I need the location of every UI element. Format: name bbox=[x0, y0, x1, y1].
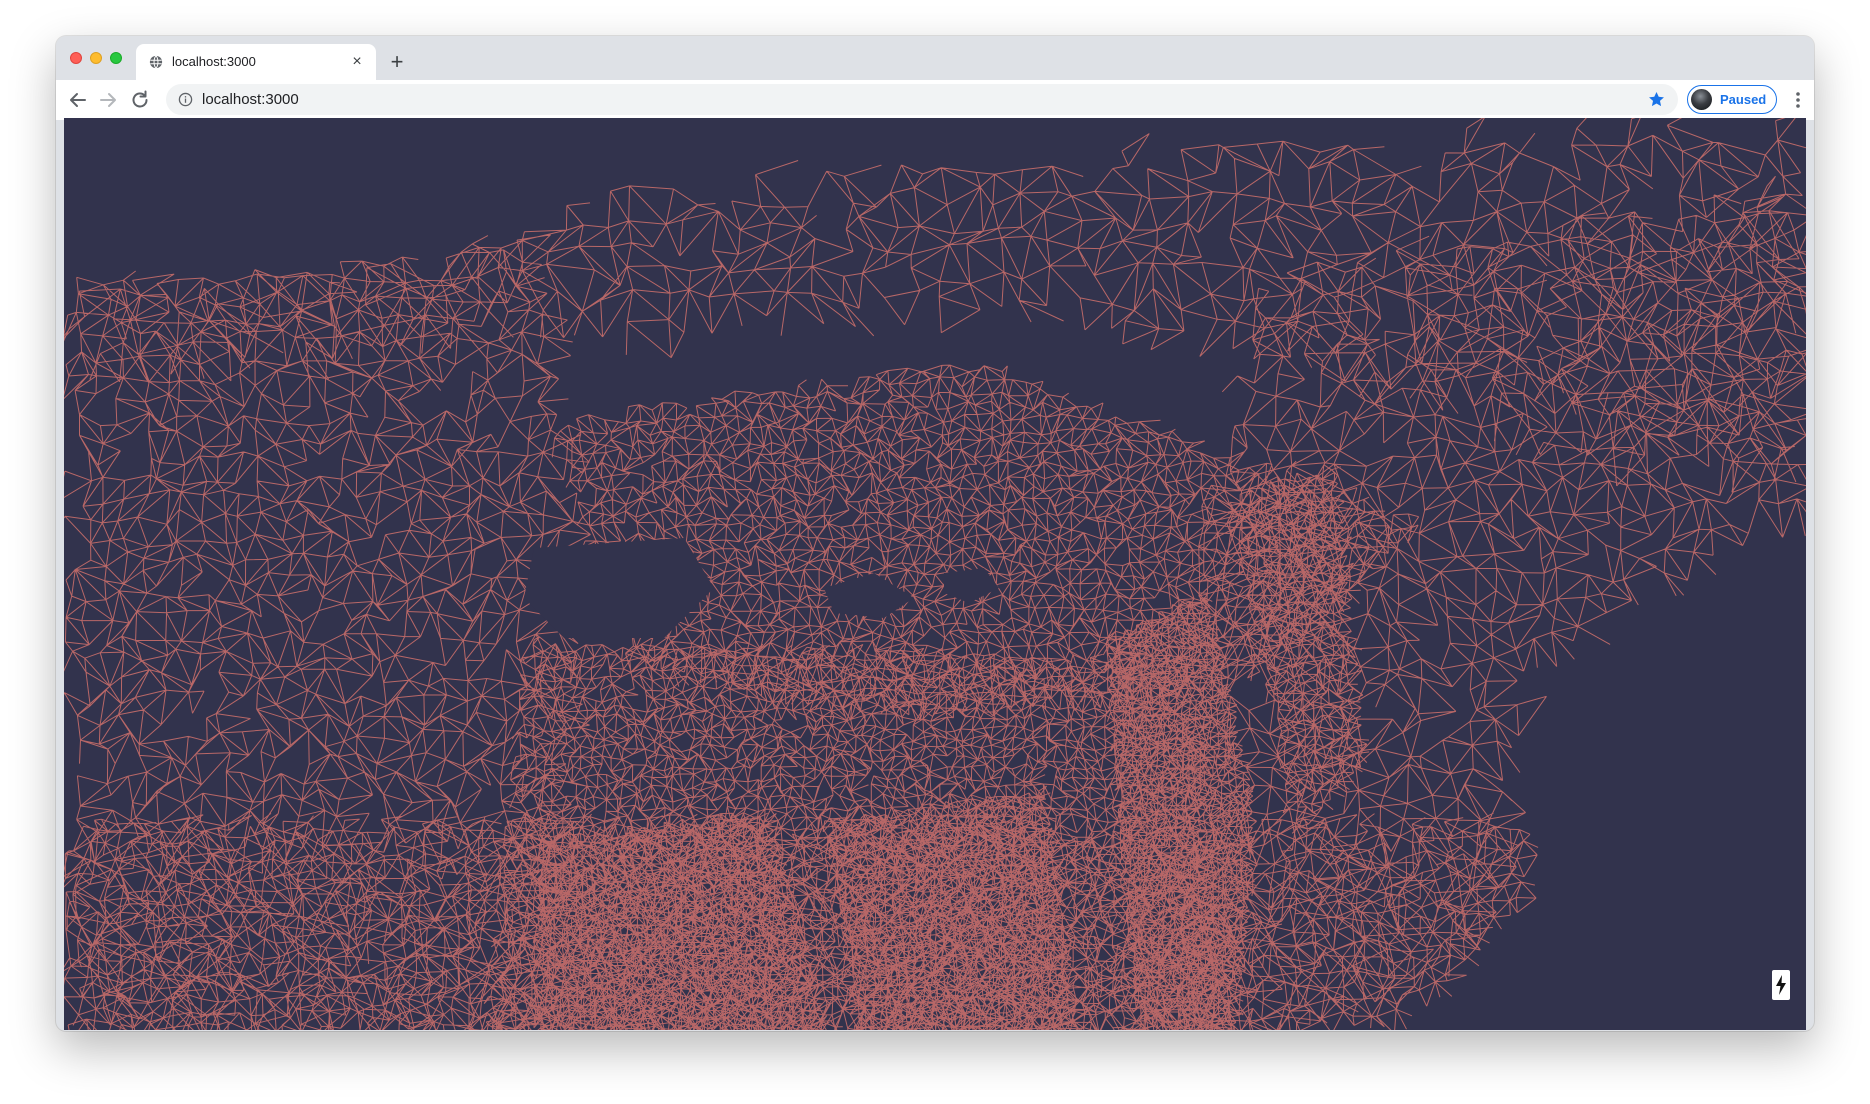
browser-window: localhost:3000 × + localhost:3000 Paused bbox=[56, 36, 1814, 1031]
forward-arrow-icon bbox=[100, 93, 116, 107]
window-minimize-button[interactable] bbox=[90, 52, 102, 64]
profile-button[interactable]: Paused bbox=[1687, 85, 1777, 114]
tab-close-button[interactable]: × bbox=[348, 53, 366, 71]
new-tab-button[interactable]: + bbox=[384, 49, 410, 75]
window-close-button[interactable] bbox=[70, 52, 82, 64]
browser-menu-button[interactable] bbox=[1790, 89, 1806, 111]
avatar bbox=[1691, 89, 1712, 110]
browser-tab[interactable]: localhost:3000 × bbox=[136, 44, 376, 80]
webgl-canvas[interactable] bbox=[64, 118, 1806, 1030]
mesh-hole bbox=[524, 538, 714, 638]
info-icon[interactable] bbox=[178, 92, 193, 107]
back-button[interactable] bbox=[66, 88, 90, 112]
forward-button[interactable] bbox=[96, 88, 120, 112]
mesh-hole bbox=[824, 573, 914, 618]
tab-title: localhost:3000 bbox=[172, 54, 256, 69]
star-icon[interactable] bbox=[1647, 90, 1666, 109]
mesh-edges bbox=[64, 118, 1806, 1030]
wireframe-mesh bbox=[64, 118, 1806, 1030]
profile-status: Paused bbox=[1720, 92, 1767, 107]
globe-icon bbox=[149, 55, 163, 69]
tab-strip: localhost:3000 × + bbox=[56, 36, 1814, 80]
url-text[interactable]: localhost:3000 bbox=[202, 91, 299, 108]
browser-toolbar: localhost:3000 Paused bbox=[56, 80, 1814, 120]
reload-icon bbox=[132, 90, 148, 108]
stats-toggle-button[interactable] bbox=[1772, 970, 1790, 1000]
back-arrow-icon bbox=[70, 93, 86, 107]
window-maximize-button[interactable] bbox=[110, 52, 122, 64]
address-bar[interactable]: localhost:3000 bbox=[166, 84, 1678, 115]
kebab-menu-icon bbox=[1796, 92, 1800, 108]
lightning-bolt-icon bbox=[1776, 975, 1786, 995]
reload-button[interactable] bbox=[128, 88, 152, 112]
